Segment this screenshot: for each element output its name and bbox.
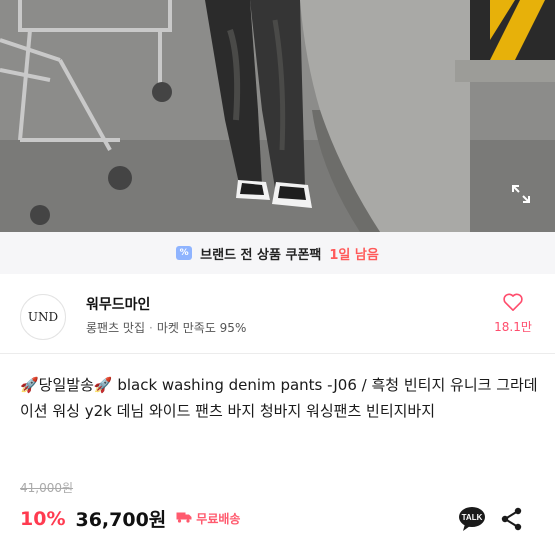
share-button[interactable] bbox=[500, 506, 524, 532]
coupon-text: 브랜드 전 상품 쿠폰팩 bbox=[200, 247, 322, 263]
store-logo-text: UND bbox=[27, 310, 59, 324]
talk-label: TALK bbox=[462, 513, 483, 522]
coupon-banner[interactable]: % 브랜드 전 상품 쿠폰팩 1일 남음 bbox=[0, 232, 555, 274]
discount-rate: 10% bbox=[20, 507, 66, 530]
store-logo[interactable]: UND bbox=[20, 294, 66, 340]
truck-icon bbox=[176, 511, 192, 526]
product-photo[interactable] bbox=[0, 0, 555, 232]
heart-icon bbox=[503, 293, 523, 311]
sale-price: 36,700원 bbox=[75, 509, 167, 531]
store-row[interactable]: UND 워무드마인 롱팬츠 맛집 · 마켓 만족도 95% 18.1만 bbox=[0, 274, 555, 354]
store-meta: 롱팬츠 맛집 · 마켓 만족도 95% bbox=[86, 321, 247, 335]
free-shipping-label: 무료배송 bbox=[196, 512, 241, 526]
favorite-count: 18.1만 bbox=[494, 320, 532, 334]
talk-chat-button[interactable]: TALK bbox=[458, 506, 486, 532]
percent-coupon-icon: % bbox=[176, 246, 193, 260]
share-icon bbox=[501, 507, 522, 531]
store-name[interactable]: 워무드마인 bbox=[86, 294, 150, 314]
coupon-remaining: 1일 남음 bbox=[329, 247, 379, 263]
expand-icon[interactable] bbox=[509, 182, 533, 206]
talk-bubble-icon: TALK bbox=[459, 507, 485, 531]
price-row: 10% 36,700원 무료배송 bbox=[20, 505, 240, 532]
original-price: 41,000원 bbox=[20, 481, 74, 495]
store-satisfaction: 마켓 만족도 95% bbox=[156, 321, 247, 335]
store-category: 롱팬츠 맛집 bbox=[86, 321, 146, 335]
product-title: 🚀당일발송🚀 black washing denim pants -J06 / … bbox=[20, 376, 538, 420]
favorite-button[interactable]: 18.1만 bbox=[493, 292, 533, 335]
product-photo-illustration bbox=[0, 0, 555, 232]
